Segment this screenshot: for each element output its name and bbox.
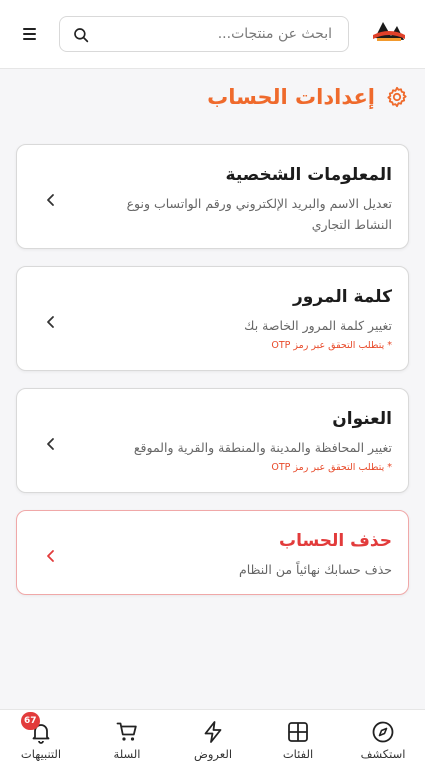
nav-notifications[interactable]: 67 التنبيهات — [6, 710, 76, 771]
nav-label: التنبيهات — [20, 747, 62, 761]
compass-icon — [372, 721, 394, 743]
grid-icon — [288, 722, 308, 742]
card-description: تغيير كلمة المرور الخاصة بك — [244, 318, 392, 333]
nav-label: استكشف — [360, 747, 406, 761]
personal-info-card[interactable]: المعلومات الشخصية تعديل الاسم والبريد ال… — [16, 144, 409, 249]
page-title: إعدادات الحساب — [207, 85, 375, 109]
nav-label: الفئات — [282, 747, 314, 761]
delete-account-card[interactable]: حذف الحساب حذف حسابك نهائياً من النظام — [16, 510, 409, 595]
top-header — [0, 0, 425, 69]
chevron-left-icon[interactable] — [45, 315, 57, 329]
card-description: تغيير المحافظة والمدينة والمنطقة والقرية… — [133, 440, 392, 455]
notification-badge: 67 — [21, 712, 40, 730]
gear-icon — [387, 86, 407, 108]
card-title: حذف الحساب — [279, 531, 392, 551]
chevron-left-icon[interactable] — [45, 437, 57, 451]
bolt-icon — [204, 721, 222, 743]
nav-offers[interactable]: العروض — [178, 710, 248, 771]
nav-cart[interactable]: السلة — [92, 710, 162, 771]
password-card[interactable]: كلمة المرور تغيير كلمة المرور الخاصة بك … — [16, 266, 409, 371]
chevron-left-icon[interactable] — [45, 549, 57, 563]
cart-icon — [116, 722, 137, 741]
bottom-nav: استكشف الفئات العروض السلة 67 التنبيهات — [0, 709, 425, 771]
otp-note: * يتطلب التحقق عبر رمز OTP — [271, 340, 392, 351]
search-box[interactable] — [59, 16, 349, 52]
nav-label: السلة — [113, 747, 141, 761]
menu-icon[interactable] — [16, 22, 42, 46]
nav-categories[interactable]: الفئات — [263, 710, 333, 771]
page-title-row: إعدادات الحساب — [207, 82, 409, 112]
search-input[interactable] — [100, 17, 336, 51]
otp-note: * يتطلب التحقق عبر رمز OTP — [271, 462, 392, 473]
card-description: حذف حسابك نهائياً من النظام — [238, 562, 392, 577]
card-title: العنوان — [332, 409, 392, 429]
nav-explore[interactable]: استكشف — [348, 710, 418, 771]
card-title: كلمة المرور — [293, 287, 392, 307]
card-description: تعديل الاسم والبريد الإلكتروني ورقم الوا… — [126, 196, 392, 232]
nav-label: العروض — [193, 747, 233, 761]
search-icon[interactable] — [72, 26, 90, 44]
brand-logo[interactable] — [371, 18, 407, 48]
card-title: المعلومات الشخصية — [225, 165, 392, 185]
chevron-left-icon[interactable] — [45, 193, 57, 207]
address-card[interactable]: العنوان تغيير المحافظة والمدينة والمنطقة… — [16, 388, 409, 493]
